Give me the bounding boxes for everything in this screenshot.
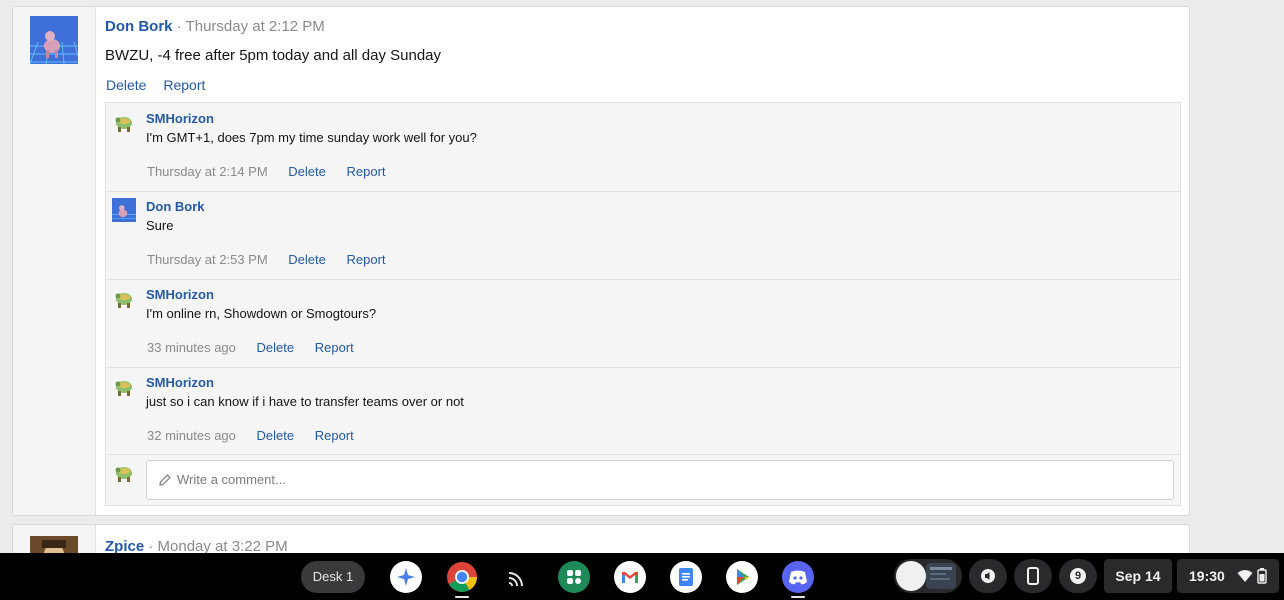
clock: 19:30 [1189,568,1225,584]
comment-input-placeholder: Write a comment... [177,472,286,487]
play-store-icon[interactable] [726,561,758,593]
discord-icon[interactable] [782,561,814,593]
comment-input[interactable]: Write a comment... [146,460,1174,500]
current-user-avatar [113,462,135,484]
write-comment-row: Write a comment... [106,454,1180,506]
comment-item: SMHorizon just so i can know if i have t… [106,367,1180,455]
docs-icon[interactable] [670,561,702,593]
chrome-running-indicator [455,596,469,598]
profile-post: Don Bork · Thursday at 2:12 PM BWZU, -4 … [12,6,1190,516]
smhorizon-avatar[interactable] [113,112,135,134]
comment-delete-link[interactable]: Delete [257,340,295,355]
smhorizon-avatar[interactable] [113,288,135,310]
comment-item: SMHorizon I'm online rn, Showdown or Smo… [106,279,1180,368]
assistant-icon[interactable] [390,561,422,593]
comment-author-link[interactable]: Don Bork [146,199,205,214]
phone-icon [1027,567,1039,585]
system-status-area[interactable]: 19:30 [1177,559,1279,593]
post-avatar-column [13,7,96,515]
comment-author-link[interactable]: SMHorizon [146,287,214,302]
comment-report-link[interactable]: Report [315,340,354,355]
comment-footer: 33 minutes ago Delete Report [147,340,371,355]
notifications-button[interactable]: 9 [1059,559,1097,593]
media-controls-button[interactable] [969,559,1007,593]
don-bork-avatar[interactable] [30,16,78,64]
battery-icon [1257,568,1267,584]
post-delete-link[interactable]: Delete [106,77,146,93]
smhorizon-avatar[interactable] [113,376,135,398]
gmail-icon[interactable] [614,561,646,593]
don-bork-avatar[interactable] [112,198,136,222]
comment-item: SMHorizon I'm GMT+1, does 7pm my time su… [106,103,1180,192]
comment-footer: Thursday at 2:14 PM Delete Report [147,164,403,179]
desk-switcher-button[interactable]: Desk 1 [301,561,365,593]
discord-running-indicator [791,596,805,598]
pencil-icon [159,474,171,486]
comment-author-link[interactable]: SMHorizon [146,111,214,126]
comment-timestamp[interactable]: 32 minutes ago [147,428,236,443]
comment-report-link[interactable]: Report [315,428,354,443]
post-timestamp[interactable]: · Thursday at 2:12 PM [177,18,325,35]
comment-report-link[interactable]: Report [347,252,386,267]
comment-text: I'm GMT+1, does 7pm my time sunday work … [146,130,477,145]
comment-timestamp[interactable]: Thursday at 2:14 PM [147,164,268,179]
post-actions: Delete Report [106,77,218,93]
calendar-date-button[interactable]: Sep 14 [1104,559,1172,593]
comment-item: Don Bork Sure Thursday at 2:53 PM Delete… [106,191,1180,280]
wifi-icon [1237,570,1253,582]
post-header: Don Bork · Thursday at 2:12 PM [105,18,325,35]
comment-footer: 32 minutes ago Delete Report [147,428,371,443]
shelf: Desk 1 9 Sep 14 19:30 [0,553,1284,600]
comment-text: Sure [146,218,174,233]
comment-report-link[interactable]: Report [347,164,386,179]
post-report-link[interactable]: Report [163,77,205,93]
comment-delete-link[interactable]: Delete [288,252,326,267]
app-grid-icon[interactable] [558,561,590,593]
post-body: BWZU, -4 free after 5pm today and all da… [105,47,441,64]
post-author-link[interactable]: Don Bork [105,18,173,35]
comment-footer: Thursday at 2:53 PM Delete Report [147,252,403,267]
comment-timestamp[interactable]: 33 minutes ago [147,340,236,355]
comment-text: I'm online rn, Showdown or Smogtours? [146,306,377,321]
cast-icon[interactable] [502,561,534,593]
notification-count: 9 [1074,570,1082,582]
comment-delete-link[interactable]: Delete [257,428,295,443]
comment-delete-link[interactable]: Delete [288,164,326,179]
comment-author-link[interactable]: SMHorizon [146,375,214,390]
holding-space-button[interactable] [894,559,962,593]
comments-list: SMHorizon I'm GMT+1, does 7pm my time su… [105,102,1181,506]
chrome-icon[interactable] [446,561,478,593]
comment-timestamp[interactable]: Thursday at 2:53 PM [147,252,268,267]
comment-text: just so i can know if i have to transfer… [146,394,464,409]
phone-hub-button[interactable] [1014,559,1052,593]
